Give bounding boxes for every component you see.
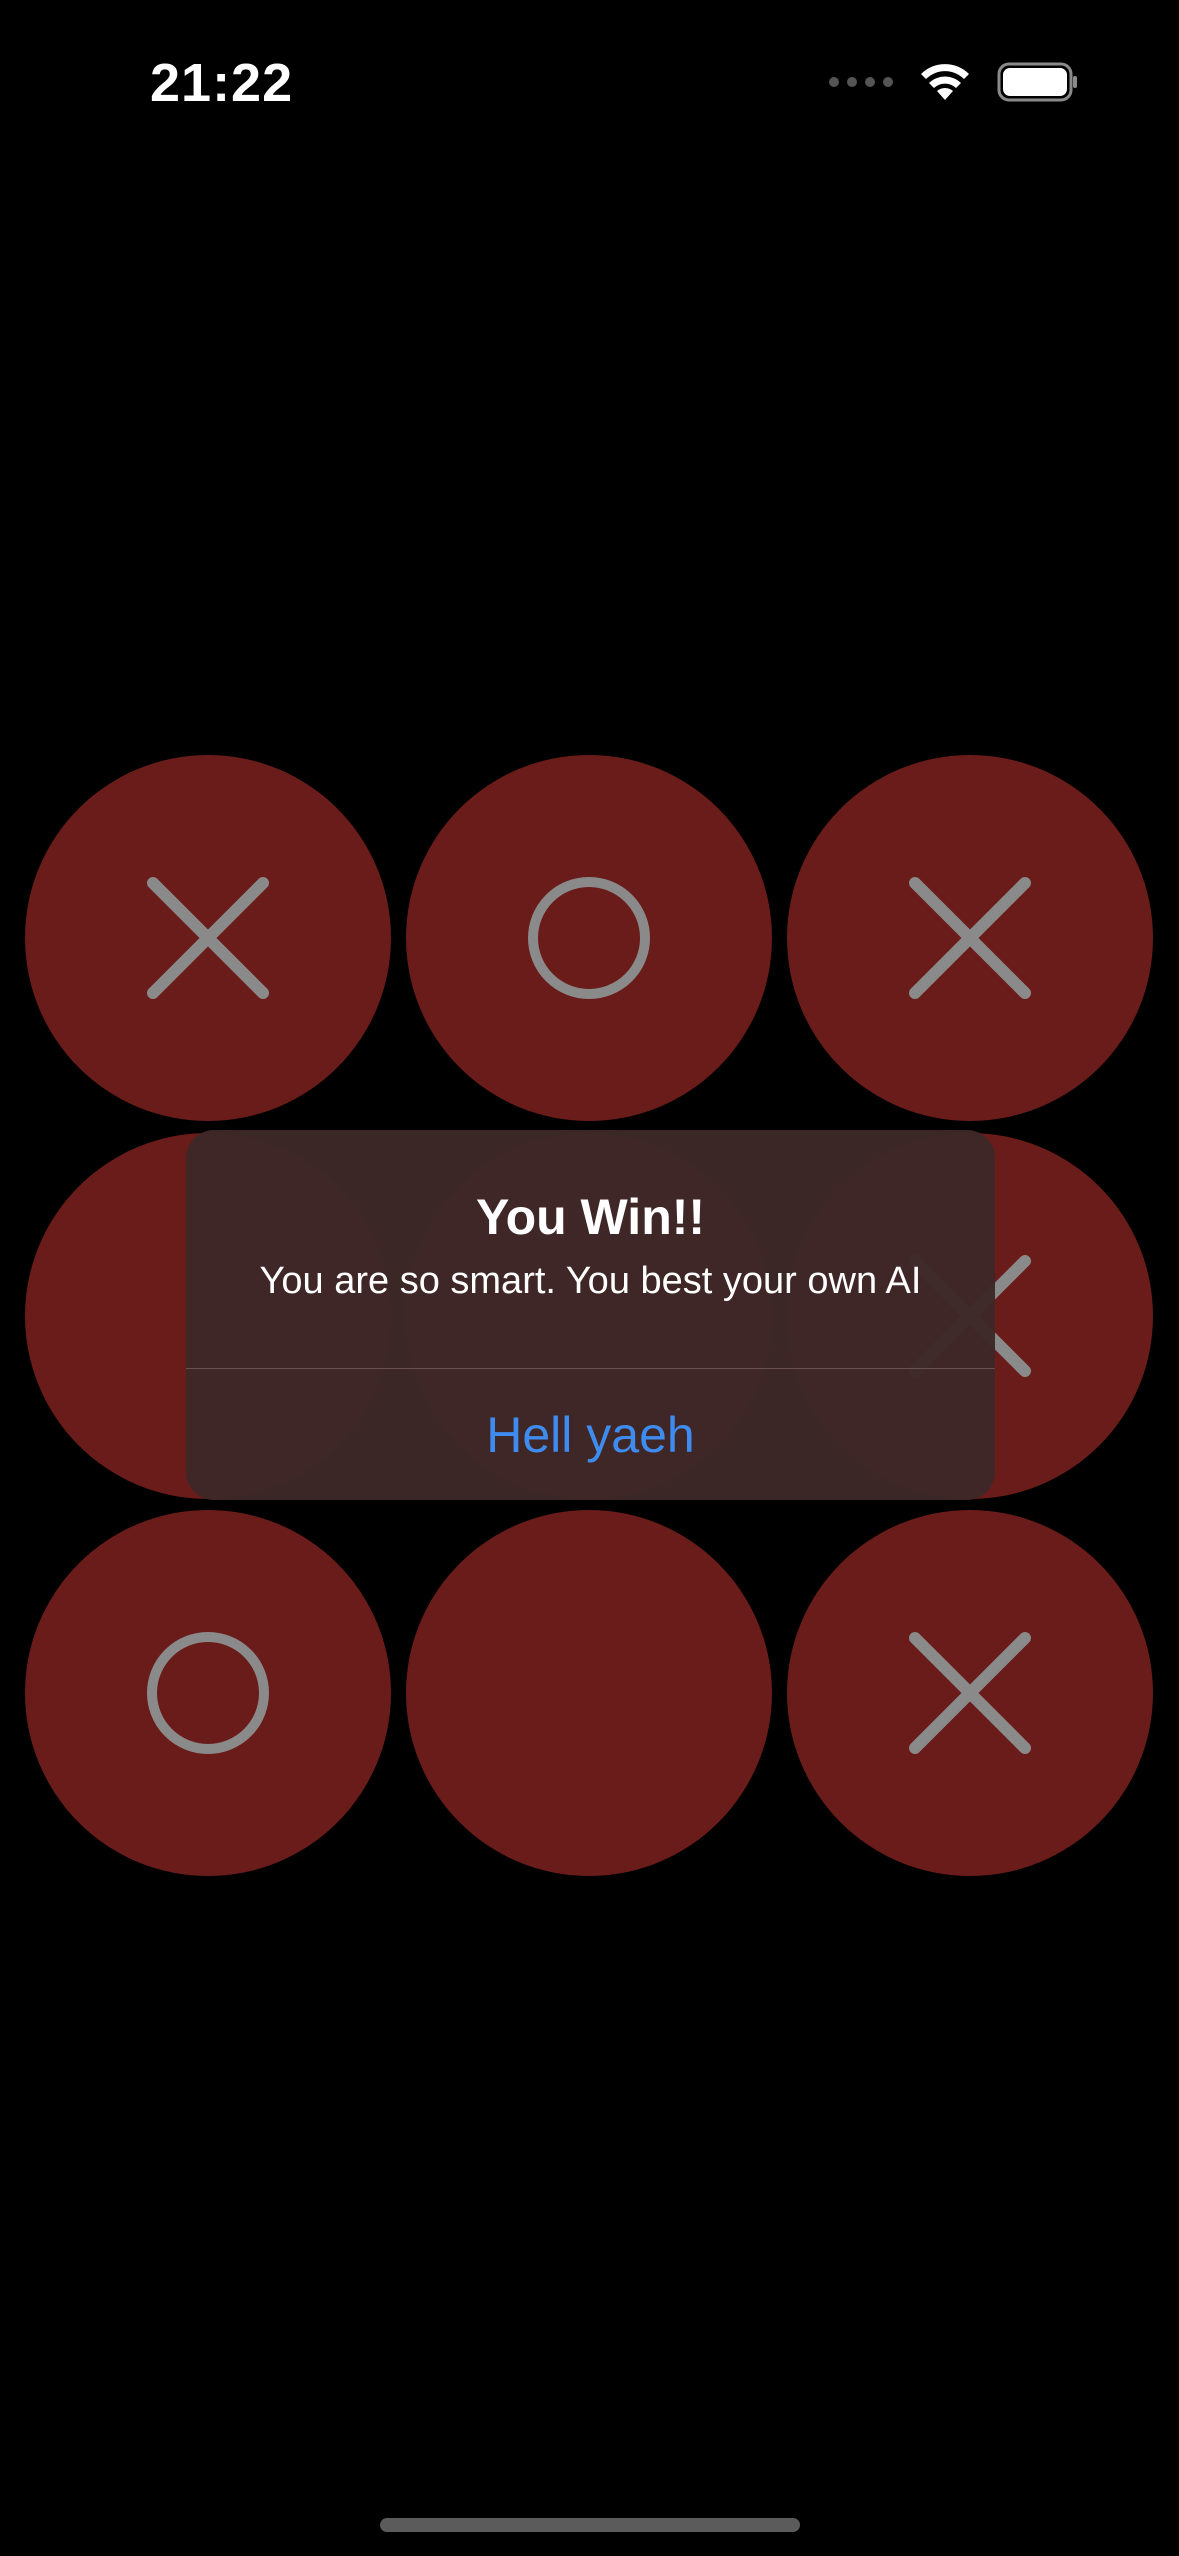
win-alert-dialog: You Win!! You are so smart. You best you… [186,1130,995,1500]
alert-message: You are so smart. You best your own AI [259,1260,922,1302]
board-cell-1-3[interactable] [787,755,1153,1121]
alert-title: You Win!! [475,1189,706,1245]
board-cell-3-1[interactable] [25,1510,391,1876]
o-mark-icon [528,877,650,999]
x-mark-icon [147,877,269,999]
o-mark-icon [147,1632,269,1754]
home-indicator [380,2518,800,2532]
board-cell-1-2[interactable] [406,755,772,1121]
board-cell-1-1[interactable] [25,755,391,1121]
board-cell-3-3[interactable] [787,1510,1153,1876]
alert-confirm-button[interactable]: Hell yaeh [186,1369,995,1500]
x-mark-icon [909,1632,1031,1754]
x-mark-icon [909,877,1031,999]
board-cell-3-2[interactable] [406,1510,772,1876]
